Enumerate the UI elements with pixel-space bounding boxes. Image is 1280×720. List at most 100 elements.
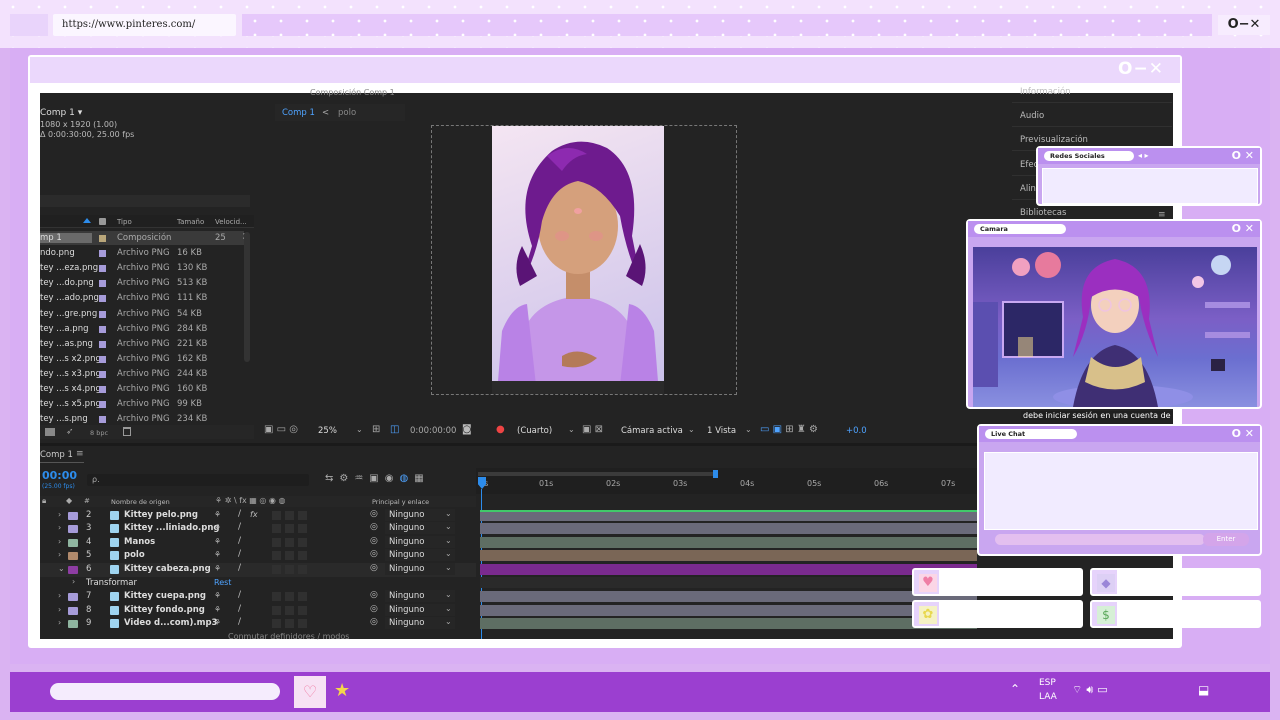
shy-icon[interactable]: ⚘ [214,591,221,600]
toggle-modes-label[interactable]: Conmutar definidores / modos [228,632,349,641]
layer-color-swatch[interactable] [68,539,78,547]
project-row[interactable]: mp 1 Composición 25 [40,231,244,245]
star-box[interactable]: ✿ [912,600,1083,628]
expand-arrow-icon[interactable]: ⌄ [58,564,65,573]
layer-duration-bar[interactable] [480,550,977,561]
parent-dropdown[interactable]: Ninguno ⌄ [385,522,455,534]
layer-row[interactable]: › 7 Kittey cuepa.png ⚘ / ◎ Ninguno ⌄ [40,590,476,604]
browser-controls[interactable]: O−✕ [1218,15,1270,35]
shy-icon[interactable]: ⚘ [214,618,221,627]
side-panel-item[interactable]: Bibliotecas [1020,208,1066,218]
taskbar-search[interactable] [50,683,280,700]
taskbar-heart-icon[interactable]: ♡ [294,676,326,708]
layer-name[interactable]: Manos [124,537,155,547]
timeline-tab-menu-icon[interactable]: ≡ [76,449,84,459]
comp-title[interactable]: Comp 1 ▾ [40,108,82,118]
taskbar-star-icon[interactable]: ★ [334,680,350,701]
col-size-header[interactable]: Tamaño [177,218,204,226]
layer-name[interactable]: Kittey cuepa.png [124,591,206,601]
expand-arrow-icon[interactable]: › [58,510,61,519]
main-window-controls[interactable]: O−✕ [1118,59,1164,79]
col-type-header[interactable]: Tipo [117,218,132,226]
quality-switch-icon[interactable]: / [238,563,241,573]
switch-boxes[interactable] [272,551,310,560]
layer-name[interactable]: Kittey ...liniado.png [124,523,219,533]
project-row[interactable]: tey ...do.png Archivo PNG 513 KB [40,276,244,290]
switch-boxes[interactable] [272,511,310,520]
url-bar[interactable]: https://www.pinteres.com/ [53,14,236,36]
switch-boxes[interactable] [272,524,310,533]
shy-icon[interactable]: ⚘ [214,550,221,559]
parent-dropdown[interactable]: Ninguno ⌄ [385,563,455,575]
source-name-header[interactable]: Nombre de origen [111,498,170,506]
project-row[interactable]: tey ...eza.png Archivo PNG 130 KB [40,261,244,275]
view-tools-icons[interactable]: ▭ ▣ ⊞ ♜ ⚙ [760,424,818,435]
pickwhip-icon[interactable]: ◎ [370,509,378,519]
parent-dropdown[interactable]: Ninguno ⌄ [385,549,455,561]
camara-controls[interactable]: O ✕ [1232,222,1254,235]
project-row[interactable]: tey ...s x5.png Archivo PNG 99 KB [40,397,244,411]
layer-row[interactable]: › 5 polo ⚘ / ◎ Ninguno ⌄ [40,549,476,563]
layer-row[interactable]: › 3 Kittey ...liniado.png ⚘ / ◎ Ninguno ⌄ [40,522,476,536]
lang-2[interactable]: LAA [1039,692,1057,702]
pickwhip-icon[interactable]: ◎ [370,604,378,614]
fx-switch[interactable]: fx [250,510,258,519]
pickwhip-icon[interactable]: ◎ [370,522,378,532]
project-search[interactable] [40,195,250,207]
parent-header[interactable]: Principal y enlace [372,498,429,506]
switch-boxes[interactable] [272,606,310,615]
project-row[interactable]: tey ...s x4.png Archivo PNG 160 KB [40,382,244,396]
money-box[interactable]: $ [1090,600,1261,628]
parent-dropdown[interactable]: Ninguno ⌄ [385,536,455,548]
layer-color-swatch[interactable] [68,512,78,520]
layer-name[interactable]: Kittey fondo.png [124,605,205,615]
view-select[interactable]: 1 Vista [707,426,736,436]
grid-icon[interactable]: ⊞ [372,424,380,435]
exposure-value[interactable]: +0.0 [846,426,867,436]
quality-switch-icon[interactable]: / [238,604,241,614]
expand-arrow-icon[interactable]: › [58,523,61,532]
project-row[interactable]: tey ...as.png Archivo PNG 221 KB [40,337,244,351]
project-row[interactable]: tey ...gre.png Archivo PNG 54 KB [40,307,244,321]
transform-label[interactable]: Transformar [86,578,137,588]
transform-reset[interactable]: Rest [214,578,231,587]
project-row[interactable]: tey ...a.png Archivo PNG 284 KB [40,322,244,336]
quality-switch-icon[interactable]: / [238,617,241,627]
shy-icon[interactable]: ⚘ [214,605,221,614]
comp-tools-icons[interactable]: ▣ ▭ ◎ [264,424,298,435]
col-speed-header[interactable]: Velocid... [215,218,247,226]
project-row[interactable]: tey ...s x2.png Archivo PNG 162 KB [40,352,244,366]
project-row[interactable]: tey ...ado.png Archivo PNG 111 KB [40,291,244,305]
roi-icons[interactable]: ▣ ⊠ [582,424,603,435]
pickwhip-icon[interactable]: ◎ [370,590,378,600]
layer-row[interactable]: › 8 Kittey fondo.png ⚘ / ◎ Ninguno ⌄ [40,604,476,618]
trash-icon[interactable] [123,427,131,436]
zoom-select[interactable]: 25% [318,426,337,436]
layer-color-swatch[interactable] [68,525,78,533]
layer-duration-bar[interactable] [480,537,977,548]
layer-name[interactable]: Video d...com).mp3 [124,618,217,628]
shy-icon[interactable]: ⚘ [214,510,221,519]
quality-switch-icon[interactable]: / [238,536,241,546]
crumb-comp1[interactable]: Comp 1 [282,108,315,118]
chat-controls[interactable]: O ✕ [1232,427,1254,440]
layer-color-swatch[interactable] [68,593,78,601]
layer-row[interactable]: › 4 Manos ⚘ / ◎ Ninguno ⌄ [40,536,476,550]
parent-dropdown[interactable]: Ninguno ⌄ [385,617,455,629]
side-panel-item[interactable]: Información [1020,87,1071,97]
timeline-timecode[interactable]: 00:00 [42,469,77,482]
camera-snapshot-icon[interactable]: ◙ [462,424,472,435]
shy-icon[interactable]: ⚘ [214,564,221,573]
layer-row[interactable]: › 2 Kittey pelo.png ⚘ / fx ◎ Ninguno ⌄ [40,509,476,523]
tray-icons[interactable]: ⌔🔊︎▭ [1072,683,1112,697]
layer-color-swatch[interactable] [68,607,78,615]
timeline-search[interactable]: ρ. [87,474,309,486]
pickwhip-icon[interactable]: ◎ [370,617,378,627]
layer-duration-bar[interactable] [480,591,977,602]
chat-input[interactable] [995,534,1205,545]
expand-arrow-icon[interactable]: › [58,537,61,546]
expand-arrow-icon[interactable]: › [58,591,61,600]
color-channels-icon[interactable]: ● [496,424,505,435]
lang-1[interactable]: ESP [1039,678,1056,688]
layer-color-swatch[interactable] [68,620,78,628]
